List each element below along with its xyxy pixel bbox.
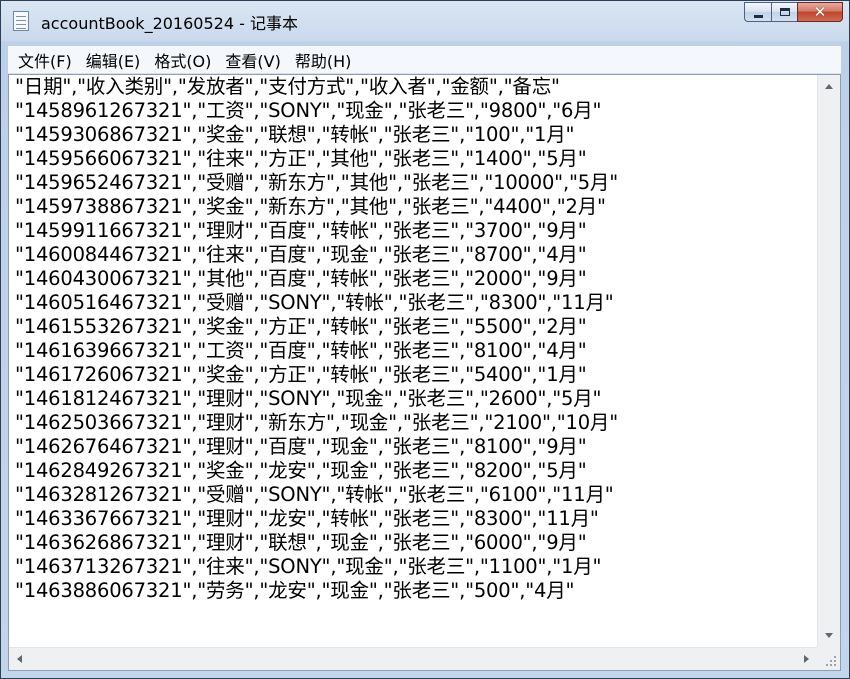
text-line[interactable]: "1459652467321","受赠","新东方","其他","张老三","1… xyxy=(9,171,817,195)
text-line[interactable]: "日期","收入类别","发放者","支付方式","收入者","金额","备忘" xyxy=(9,75,817,99)
notepad-window: accountBook_20160524 - 记事本 ✕ 文件(F) 编辑(E)… xyxy=(0,0,850,679)
text-line[interactable]: "1463626867321","理财","联想","现金","张老三","60… xyxy=(9,531,817,555)
scroll-right-icon[interactable] xyxy=(804,655,809,663)
text-line[interactable]: "1463281267321","受赠","SONY","转帐","张老三","… xyxy=(9,483,817,507)
text-line[interactable]: "1459911667321","理财","百度","转帐","张老三","37… xyxy=(9,219,817,243)
text-line[interactable]: "1463886067321","劳务","龙安","现金","张老三","50… xyxy=(9,579,817,603)
text-line[interactable]: "1458961267321","工资","SONY","现金","张老三","… xyxy=(9,99,817,123)
maximize-icon xyxy=(779,8,790,16)
text-line[interactable]: "1461812467321","理财","SONY","现金","张老三","… xyxy=(9,387,817,411)
text-line[interactable]: "1460516467321","受赠","SONY","转帐","张老三","… xyxy=(9,291,817,315)
horizontal-scrollbar[interactable] xyxy=(9,647,817,670)
editor-pane: "日期","收入类别","发放者","支付方式","收入者","金额","备忘"… xyxy=(8,74,841,671)
vertical-scrollbar[interactable] xyxy=(817,75,840,647)
title-bar[interactable]: accountBook_20160524 - 记事本 ✕ xyxy=(1,1,849,41)
scroll-up-icon[interactable] xyxy=(825,84,833,89)
text-line[interactable]: "1459566067321","往来","方正","其他","张老三","14… xyxy=(9,147,817,171)
minimize-button[interactable] xyxy=(744,2,771,22)
maximize-button[interactable] xyxy=(771,2,797,22)
menu-file[interactable]: 文件(F) xyxy=(8,48,78,72)
resize-grip-icon[interactable] xyxy=(817,647,840,670)
text-line[interactable]: "1461553267321","奖金","方正","转帐","张老三","55… xyxy=(9,315,817,339)
text-line[interactable]: "1463367667321","理财","龙安","转帐","张老三","83… xyxy=(9,507,817,531)
text-line[interactable]: "1459738867321","奖金","新东方","其他","张老三","4… xyxy=(9,195,817,219)
notepad-icon[interactable] xyxy=(13,11,29,31)
menu-edit[interactable]: 编辑(E) xyxy=(80,48,147,72)
close-button[interactable]: ✕ xyxy=(797,2,843,22)
text-line[interactable]: "1459306867321","奖金","联想","转帐","张老三","10… xyxy=(9,123,817,147)
text-line[interactable]: "1460430067321","其他","百度","转帐","张老三","20… xyxy=(9,267,817,291)
text-line[interactable]: "1462676467321","理财","百度","现金","张老三","81… xyxy=(9,435,817,459)
text-line[interactable]: "1462849267321","奖金","龙安","现金","张老三","82… xyxy=(9,459,817,483)
scroll-left-icon[interactable] xyxy=(17,655,22,663)
window-title: accountBook_20160524 - 记事本 xyxy=(41,14,298,33)
minimize-icon xyxy=(753,14,763,18)
text-line[interactable]: "1463713267321","往来","SONY","现金","张老三","… xyxy=(9,555,817,579)
caption-buttons: ✕ xyxy=(744,2,843,24)
text-area[interactable]: "日期","收入类别","发放者","支付方式","收入者","金额","备忘"… xyxy=(9,75,817,647)
scroll-down-icon[interactable] xyxy=(825,633,833,638)
text-line[interactable]: "1462503667321","理财","新东方","现金","张老三","2… xyxy=(9,411,817,435)
menu-format[interactable]: 格式(O) xyxy=(148,48,217,72)
menu-bar: 文件(F) 编辑(E) 格式(O) 查看(V) 帮助(H) xyxy=(8,46,841,74)
close-icon: ✕ xyxy=(813,2,827,21)
text-line[interactable]: "1460084467321","往来","百度","现金","张老三","87… xyxy=(9,243,817,267)
text-line[interactable]: "1461639667321","工资","百度","转帐","张老三","81… xyxy=(9,339,817,363)
menu-help[interactable]: 帮助(H) xyxy=(289,48,358,72)
menu-view[interactable]: 查看(V) xyxy=(219,48,286,72)
text-line[interactable]: "1461726067321","奖金","方正","转帐","张老三","54… xyxy=(9,363,817,387)
